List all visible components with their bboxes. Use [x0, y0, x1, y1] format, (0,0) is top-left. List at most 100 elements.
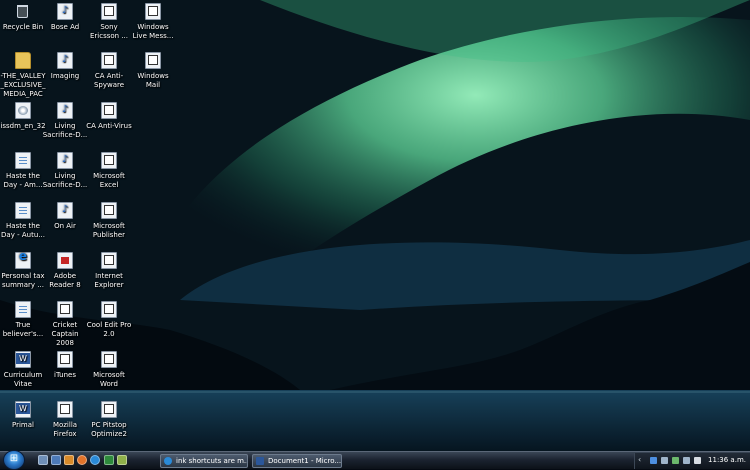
- volume-icon[interactable]: [694, 457, 701, 464]
- desktop-icon-recycle-bin[interactable]: Recycle Bin: [0, 3, 46, 32]
- system-tray: ‹ 11:36 a.m.: [634, 453, 750, 469]
- icon-label: issdm_en_32: [0, 122, 46, 130]
- desktop-icon-on-air[interactable]: On Air: [42, 202, 88, 231]
- application-shortcut-icon: [145, 52, 161, 69]
- firefox-icon[interactable]: [77, 455, 87, 465]
- desktop-icon-windows-live-messenger[interactable]: Windows Live Mess...: [130, 3, 176, 41]
- application-shortcut-icon: [145, 3, 161, 20]
- desktop-icon-cricket-captain[interactable]: Cricket Captain 2008: [42, 301, 88, 348]
- taskbar-button-word-document[interactable]: Document1 - Micro...: [252, 454, 342, 468]
- application-shortcut-icon: [101, 152, 117, 169]
- icon-label: Microsoft Publisher: [92, 222, 126, 239]
- desktop-icon-true-believer[interactable]: True believer's...: [0, 301, 46, 339]
- icon-label: Mozilla Firefox: [52, 421, 78, 438]
- icon-label: Imaging: [50, 72, 80, 80]
- word-icon: [256, 457, 264, 465]
- desktop-icon-mozilla-firefox[interactable]: Mozilla Firefox: [42, 401, 88, 439]
- icon-label: Haste the Day - Am...: [3, 172, 43, 189]
- tray-expand-chevron-icon[interactable]: ‹: [638, 455, 641, 464]
- desktop-icon-sony-ericsson[interactable]: Sony Ericsson ...: [86, 3, 132, 41]
- application-shortcut-icon: [101, 301, 117, 318]
- desktop-icon-microsoft-word[interactable]: Microsoft Word: [86, 351, 132, 389]
- icon-label: Living Sacrifice-D...: [42, 172, 88, 189]
- audio-file-icon: [57, 102, 73, 119]
- desktop-icon-ca-anti-spyware[interactable]: CA Anti-Spyware: [86, 52, 132, 90]
- desktop-icon-pc-pitstop[interactable]: PC Pitstop Optimize2: [86, 401, 132, 439]
- desktop-icon-living-sacrifice-2[interactable]: Living Sacrifice-D...: [42, 152, 88, 190]
- icon-label: CA Anti-Spyware: [93, 72, 125, 89]
- icon-label: Microsoft Excel: [93, 172, 125, 189]
- internet-shortcut-icon: [15, 252, 31, 269]
- desktop-icon-cool-edit-pro[interactable]: Cool Edit Pro 2.0: [86, 301, 132, 339]
- task-label: ink shortcuts are m...: [176, 457, 248, 465]
- desktop-icon-haste-am[interactable]: Haste the Day - Am...: [0, 152, 46, 190]
- media-icon[interactable]: [64, 455, 74, 465]
- desktop-icon-valley-folder[interactable]: -THE_VALLEY_EXCLUSIVE_MEDIA_PAC: [0, 52, 46, 99]
- word-document-icon: [15, 401, 31, 418]
- document-icon: [15, 301, 31, 318]
- word-document-icon: [15, 351, 31, 368]
- document-icon: [15, 202, 31, 219]
- icon-label: -THE_VALLEY_EXCLUSIVE_MEDIA_PAC: [0, 72, 46, 98]
- audio-file-icon: [57, 52, 73, 69]
- icon-label: PC Pitstop Optimize2: [91, 421, 127, 438]
- ie-icon[interactable]: [90, 455, 100, 465]
- disc-image-icon: [15, 102, 31, 119]
- excel-icon[interactable]: [104, 455, 114, 465]
- desktop-icon-haste-autu[interactable]: Haste the Day - Autu...: [0, 202, 46, 240]
- icon-label: CA Anti-Virus: [86, 122, 132, 130]
- taskbar-button-ie-window[interactable]: ink shortcuts are m...: [160, 454, 248, 468]
- icon-label: Curriculum Vitae: [3, 371, 43, 388]
- application-shortcut-icon: [57, 401, 73, 418]
- network-activity-icon[interactable]: [683, 457, 690, 464]
- icon-label: Recycle Bin: [2, 23, 44, 31]
- start-button[interactable]: [3, 450, 25, 470]
- icon-label: On Air: [54, 222, 76, 230]
- network-icon[interactable]: [661, 457, 668, 464]
- desktop-icon-microsoft-excel[interactable]: Microsoft Excel: [86, 152, 132, 190]
- desktop-icon-primal[interactable]: Primal: [0, 401, 46, 430]
- icon-label: Personal tax summary ...: [1, 272, 45, 289]
- show-desktop-icon[interactable]: [38, 455, 48, 465]
- desktop-icon-internet-explorer[interactable]: Internet Explorer: [86, 252, 132, 290]
- desktop-icon-adobe-reader[interactable]: Adobe Reader 8: [42, 252, 88, 290]
- desktop-icon-issdm[interactable]: issdm_en_32: [0, 102, 46, 131]
- application-shortcut-icon: [101, 102, 117, 119]
- icon-label: Cricket Captain 2008: [51, 321, 79, 347]
- icon-label: Microsoft Word: [93, 371, 125, 388]
- switch-windows-icon[interactable]: [51, 455, 61, 465]
- audio-file-icon: [57, 152, 73, 169]
- ie-icon: [164, 457, 172, 465]
- audio-file-icon: [57, 202, 73, 219]
- desktop-icon-bose-ad[interactable]: Bose Ad: [42, 3, 88, 32]
- application-shortcut-icon: [57, 301, 73, 318]
- icon-label: Internet Explorer: [94, 272, 124, 289]
- desktop-icon-personal-tax[interactable]: Personal tax summary ...: [0, 252, 46, 290]
- icon-label: Primal: [12, 421, 34, 429]
- task-label: Document1 - Micro...: [268, 457, 342, 465]
- recycle-bin-icon: [16, 3, 30, 20]
- icon-label: Living Sacrifice-D...: [42, 122, 88, 139]
- security-icon[interactable]: [672, 457, 679, 464]
- bluetooth-icon[interactable]: [650, 457, 657, 464]
- application-shortcut-icon: [57, 351, 73, 368]
- desktop-icon-windows-mail[interactable]: Windows Mail: [130, 52, 176, 90]
- mail-icon[interactable]: [117, 455, 127, 465]
- icon-label: True believer's...: [2, 321, 44, 338]
- icon-label: Adobe Reader 8: [49, 272, 81, 289]
- icon-label: Sony Ericsson ...: [89, 23, 128, 40]
- desktop-icon-microsoft-publisher[interactable]: Microsoft Publisher: [86, 202, 132, 240]
- desktop-icon-curriculum-vitae[interactable]: Curriculum Vitae: [0, 351, 46, 389]
- folder-icon: [15, 52, 31, 69]
- icon-label: Windows Live Mess...: [132, 23, 174, 40]
- clock[interactable]: 11:36 a.m.: [708, 456, 746, 464]
- application-shortcut-icon: [101, 52, 117, 69]
- desktop-icon-itunes[interactable]: iTunes: [42, 351, 88, 380]
- document-icon: [15, 152, 31, 169]
- desktop-icon-imaging[interactable]: Imaging: [42, 52, 88, 81]
- desktop-icon-living-sacrifice-1[interactable]: Living Sacrifice-D...: [42, 102, 88, 140]
- icon-label: Windows Mail: [137, 72, 169, 89]
- taskbar: ink shortcuts are m... Document1 - Micro…: [0, 450, 750, 470]
- icon-label: Bose Ad: [50, 23, 80, 31]
- desktop-icon-ca-anti-virus[interactable]: CA Anti-Virus: [86, 102, 132, 131]
